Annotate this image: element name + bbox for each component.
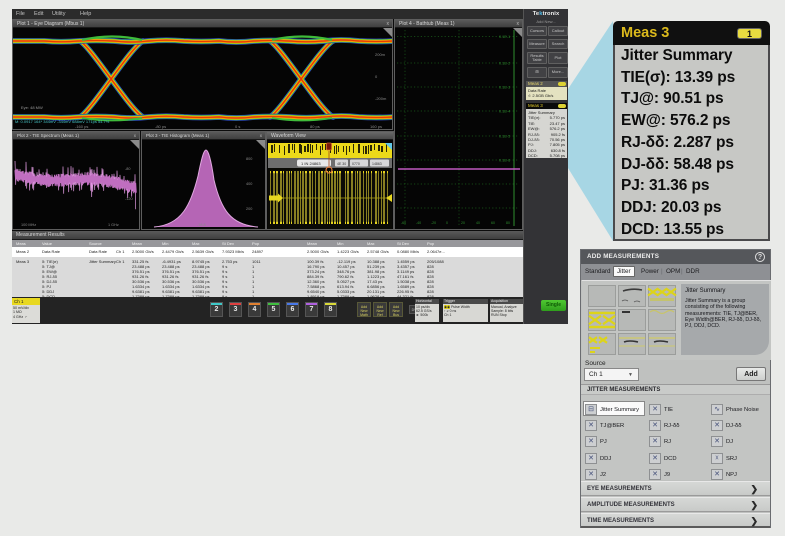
svg-text:200m: 200m (375, 52, 386, 57)
svg-text:4E 30: 4E 30 (337, 162, 346, 166)
svg-text:0.1E-5: 0.1E-5 (499, 135, 510, 139)
svg-text:80: 80 (506, 221, 510, 225)
svg-text:-120: -120 (125, 197, 133, 201)
svg-text:0.1E-6: 0.1E-6 (499, 159, 510, 163)
svg-text:60: 60 (491, 221, 495, 225)
svg-text:0.1E-1: 0.1E-1 (499, 35, 510, 39)
svg-text:400: 400 (246, 182, 252, 186)
svg-text:0.1E-2: 0.1E-2 (499, 62, 510, 66)
svg-text:0770: 0770 (352, 162, 360, 166)
svg-text:1 GHz: 1 GHz (108, 223, 119, 227)
svg-text:0.1E-4: 0.1E-4 (499, 110, 510, 114)
svg-text:-18.8: -18.8 (197, 223, 206, 227)
svg-text:14863: 14863 (372, 162, 382, 166)
svg-text:0: 0 (446, 221, 448, 225)
svg-text:200: 200 (246, 207, 252, 211)
svg-text:-40: -40 (416, 221, 421, 225)
svg-text:100 MHz: 100 MHz (21, 223, 36, 227)
svg-text:-200m: -200m (375, 96, 387, 101)
svg-text:40: 40 (476, 221, 480, 225)
svg-text:20: 20 (461, 221, 465, 225)
svg-text:1 IN 24863: 1 IN 24863 (301, 161, 321, 166)
svg-text:-80: -80 (125, 167, 131, 171)
svg-text:-60: -60 (401, 221, 406, 225)
svg-text:0.1E-3: 0.1E-3 (499, 86, 510, 90)
svg-text:800: 800 (246, 157, 252, 161)
svg-text:0: 0 (375, 74, 378, 79)
svg-text:-20: -20 (431, 221, 436, 225)
